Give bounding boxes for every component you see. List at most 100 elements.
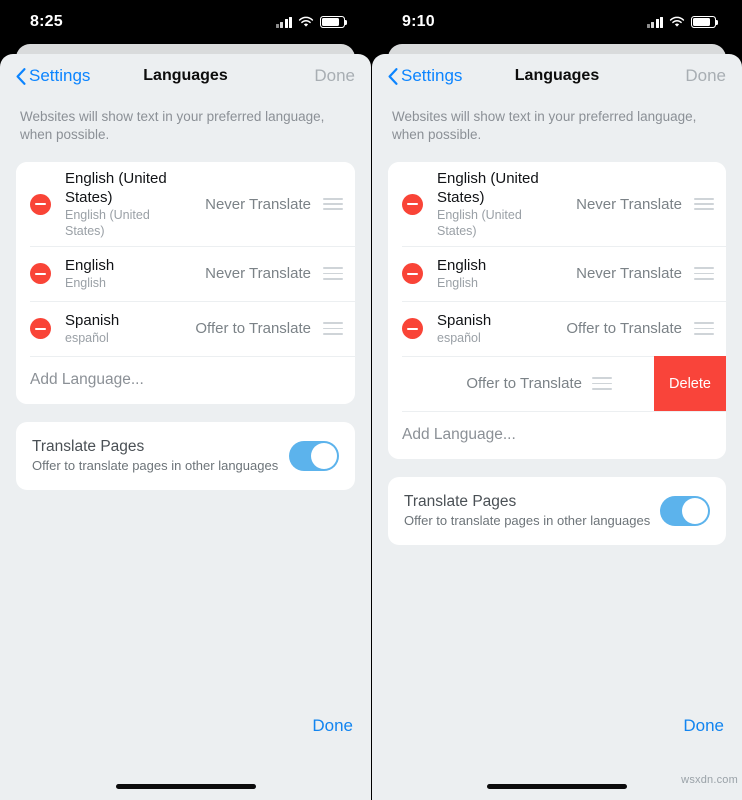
chevron-left-icon [16,67,26,85]
language-labels: English English [65,256,185,291]
reorder-handle-icon[interactable] [323,322,343,335]
translate-state[interactable]: Offer to Translate [458,375,592,392]
translate-pages-group-card: Translate Pages Offer to translate pages… [388,477,726,545]
navigation-bar: Settings Languages Done [0,54,371,98]
language-native-name: español [437,331,481,345]
language-native-name: français [388,385,458,401]
wifi-icon [298,16,314,28]
swiped-row-content: French français Offer to Translate [388,366,666,401]
sheet-footer: Done [0,710,371,772]
back-to-settings-button[interactable]: Settings [16,66,90,86]
battery-icon [691,16,719,28]
language-name: Spanish [65,312,120,329]
delete-button[interactable]: Delete [654,356,726,411]
back-label: Settings [29,66,91,85]
translate-pages-subtitle: Offer to translate pages in other langua… [404,513,651,528]
translate-pages-group-card: Translate Pages Offer to translate pages… [16,422,355,490]
table-row[interactable]: English (United States) English (United … [16,162,355,246]
phone-screen-right: 9:10 Settings Languages Done Websites wi… [371,0,742,800]
status-time: 9:10 [402,13,435,30]
language-native-name: English [437,276,478,290]
reorder-handle-icon[interactable] [592,377,612,390]
toggle-knob [311,442,337,469]
add-language-button[interactable]: Add Language... [16,356,355,404]
language-name: English [437,257,487,274]
languages-group-card: English (United States) English (United … [388,162,726,459]
navigation-bar: Settings Languages Done [372,54,742,98]
back-label: Settings [401,66,463,85]
language-native-name: English (United States) [437,208,522,238]
translate-pages-subtitle: Offer to translate pages in other langua… [32,458,279,473]
minus-circle-icon[interactable] [30,263,51,284]
phone-screen-left: 8:25 Settings Languages Done Websites wi… [0,0,371,800]
wifi-icon [669,16,685,28]
home-indicator[interactable] [487,783,627,789]
settings-content: English (United States) English (United … [0,144,371,710]
home-indicator[interactable] [115,783,256,789]
minus-circle-icon[interactable] [402,193,423,215]
minus-circle-icon[interactable] [402,318,423,339]
translate-pages-row: Translate Pages Offer to translate pages… [388,477,726,545]
language-labels: English (United States) English (United … [437,169,557,239]
settings-sheet-right: Settings Languages Done Websites will sh… [372,54,742,800]
reorder-handle-icon[interactable] [323,267,343,280]
language-name: French [388,366,458,385]
language-name: English (United States) [65,170,167,206]
table-row-swiped[interactable]: French français Offer to Translate Delet… [388,356,726,411]
language-labels: English (United States) English (United … [65,169,185,239]
translate-pages-title: Translate Pages [32,438,145,455]
translate-pages-toggle[interactable] [660,495,710,526]
status-icons [646,16,719,28]
reorder-handle-icon[interactable] [694,197,714,211]
reorder-handle-icon[interactable] [694,322,714,335]
navbar-done-button[interactable]: Done [685,66,726,86]
language-labels: Spanish español [65,311,185,346]
settings-sheet-left: Settings Languages Done Websites will sh… [0,54,371,800]
language-labels: Spanish español [437,311,557,346]
footer-done-button[interactable]: Done [312,716,353,736]
reorder-handle-icon[interactable] [323,197,343,211]
back-to-settings-button[interactable]: Settings [388,66,462,86]
status-bar-right: 9:10 [372,0,742,44]
status-time: 8:25 [30,13,63,30]
status-bar-left: 8:25 [0,0,371,44]
table-row[interactable]: Spanish español Offer to Translate [388,301,726,356]
footer-done-button[interactable]: Done [683,716,724,736]
language-native-name: español [65,331,109,345]
language-native-name: English [65,276,106,290]
translate-state[interactable]: Offer to Translate [557,320,694,337]
translate-state[interactable]: Offer to Translate [185,320,323,337]
language-name: Spanish [437,312,492,329]
minus-circle-icon[interactable] [30,318,51,339]
translate-pages-title: Translate Pages [404,493,517,510]
add-language-button[interactable]: Add Language... [388,411,726,459]
translate-state[interactable]: Never Translate [557,196,694,213]
table-row[interactable]: English English Never Translate [388,246,726,301]
table-row[interactable]: English English Never Translate [16,246,355,301]
dual-screenshot-stage: 8:25 Settings Languages Done Websites wi… [0,0,742,800]
section-description: Websites will show text in your preferre… [392,109,697,142]
translate-state[interactable]: Never Translate [185,265,323,282]
navbar-done-button[interactable]: Done [314,66,355,86]
translate-pages-text: Translate Pages Offer to translate pages… [32,436,289,475]
language-labels: English English [437,256,557,291]
sheet-footer: Done [372,710,742,772]
language-native-name: English (United States) [65,208,150,238]
language-name: English (United States) [437,170,539,206]
minus-circle-icon[interactable] [30,193,51,215]
table-row[interactable]: Spanish español Offer to Translate [16,301,355,356]
watermark: wsxdn.com [681,774,738,786]
cellular-bars-icon [646,16,663,28]
translate-pages-row: Translate Pages Offer to translate pages… [16,422,355,490]
languages-group-card: English (United States) English (United … [16,162,355,404]
toggle-knob [682,497,708,524]
table-row[interactable]: English (United States) English (United … [388,162,726,246]
translate-state[interactable]: Never Translate [185,196,323,213]
translate-state[interactable]: Never Translate [557,265,694,282]
translate-pages-toggle[interactable] [289,440,339,471]
section-description: Websites will show text in your preferre… [20,109,325,142]
chevron-left-icon [388,67,398,85]
minus-circle-icon[interactable] [402,263,423,284]
reorder-handle-icon[interactable] [694,267,714,280]
cellular-bars-icon [275,16,292,28]
